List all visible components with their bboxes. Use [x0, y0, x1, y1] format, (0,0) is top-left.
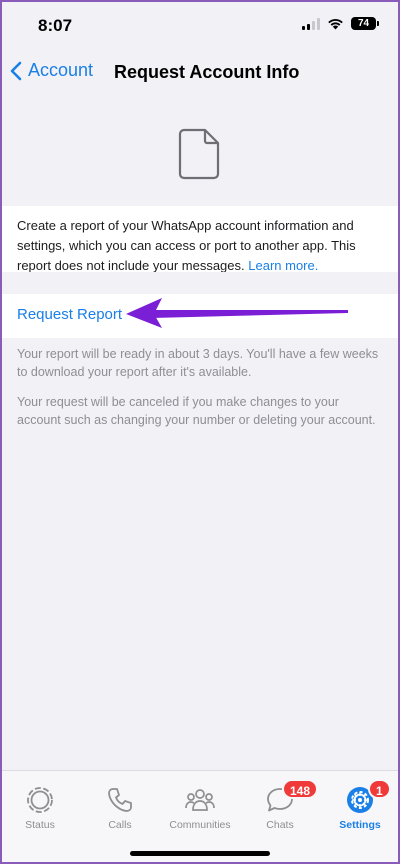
tab-bar: Status Calls Communities Chats 148 Setti… — [0, 770, 400, 864]
wifi-icon — [328, 19, 343, 30]
chats-unread-badge: 148 — [282, 779, 319, 799]
tab-communities[interactable]: Communities — [160, 785, 240, 831]
tab-status[interactable]: Status — [0, 785, 80, 831]
tab-communities-label: Communities — [169, 819, 231, 831]
battery-level: 74 — [357, 18, 370, 29]
status-bar: 8:07 74 — [0, 0, 400, 50]
tab-status-label: Status — [25, 819, 55, 831]
chevron-left-icon — [10, 61, 22, 80]
home-indicator[interactable] — [130, 851, 270, 856]
status-icons: 74 — [302, 17, 379, 30]
status-icon — [27, 787, 53, 813]
signal-icon — [302, 17, 320, 30]
learn-more-link[interactable]: Learn more. — [248, 258, 318, 273]
tab-chats-label: Chats — [266, 819, 294, 831]
phone-icon — [108, 788, 132, 812]
report-description: Create a report of your WhatsApp account… — [0, 206, 400, 273]
request-cancel-note: Your request will be canceled if you mak… — [17, 395, 376, 427]
tab-calls-label: Calls — [108, 819, 132, 831]
battery-icon: 74 — [351, 17, 379, 30]
annotation-arrow — [126, 298, 348, 328]
page-title: Request Account Info — [114, 62, 300, 82]
settings-badge: 1 — [368, 779, 391, 799]
section-divider — [0, 272, 400, 294]
report-ready-note: Your report will be ready in about 3 day… — [17, 347, 379, 379]
tab-chats[interactable]: Chats 148 — [240, 779, 320, 831]
communities-icon — [185, 789, 215, 811]
navigation-bar: Account Request Account Info — [0, 50, 400, 94]
back-button[interactable]: Account — [10, 60, 93, 81]
status-time: 8:07 — [38, 16, 73, 35]
tab-settings[interactable]: Settings 1 — [320, 779, 400, 831]
back-button-label: Account — [28, 60, 94, 80]
tab-settings-label: Settings — [339, 819, 381, 831]
request-report-label: Request Report — [17, 306, 123, 323]
tab-calls[interactable]: Calls — [80, 785, 160, 831]
document-icon — [178, 128, 220, 180]
